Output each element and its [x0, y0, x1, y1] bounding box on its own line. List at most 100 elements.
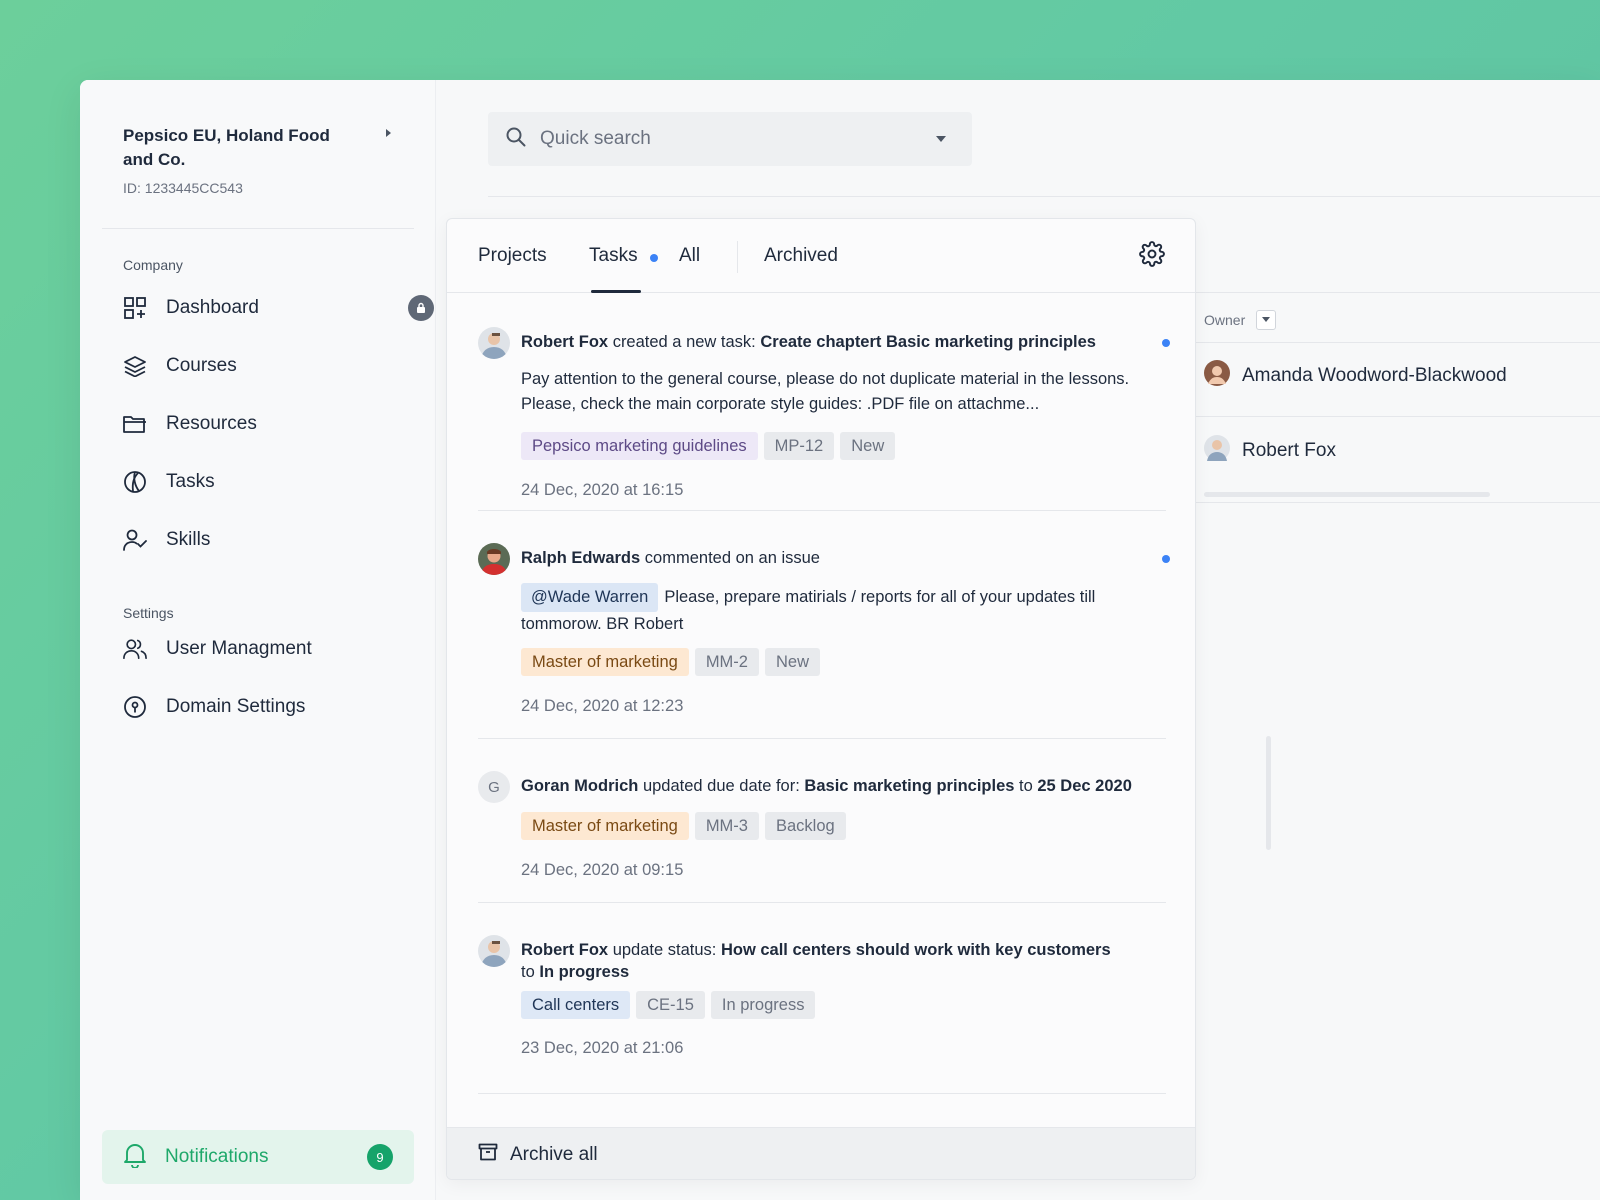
- notification-body: @Wade Warren Please, prepare matirials / …: [521, 583, 1141, 637]
- notification-action: update status:: [612, 941, 717, 959]
- app-window: Pepsico EU, Holand Food and Co. ID: 1233…: [80, 80, 1600, 1200]
- tag-status[interactable]: New: [764, 648, 820, 676]
- tag-list: Pepsico marketing guidelines MP-12 New: [521, 432, 896, 460]
- users-icon: [123, 637, 147, 661]
- notification-item[interactable]: Ralph Edwards commented on an issue @Wad…: [478, 543, 1170, 723]
- tab-all[interactable]: All: [679, 245, 700, 267]
- connector-text: to: [1019, 777, 1033, 795]
- active-tab-indicator: [591, 290, 641, 293]
- notification-item[interactable]: G Goran Modrich updated due date for: Ba…: [478, 771, 1166, 901]
- notification-target: Basic marketing principles: [804, 777, 1015, 795]
- tag-id[interactable]: CE-15: [636, 991, 705, 1019]
- sidebar-item-label: Domain Settings: [166, 696, 306, 717]
- org-info[interactable]: Pepsico EU, Holand Food and Co. ID: 1233…: [123, 124, 353, 196]
- timestamp: 23 Dec, 2020 at 21:06: [521, 1039, 684, 1057]
- owner-name: Robert Fox: [1242, 440, 1336, 461]
- chevron-right-icon[interactable]: [386, 129, 391, 137]
- sidebar-item-label: Resources: [166, 413, 257, 434]
- tab-archived[interactable]: Archived: [764, 245, 838, 267]
- tag-course[interactable]: Pepsico marketing guidelines: [521, 432, 758, 460]
- owner-column-header[interactable]: Owner: [1204, 310, 1277, 330]
- sidebar-item-dashboard[interactable]: Dashboard: [123, 288, 434, 328]
- tag-status[interactable]: In progress: [710, 991, 816, 1019]
- notification-item[interactable]: Robert Fox created a new task: Create ch…: [478, 327, 1170, 507]
- sidebar-item-notifications[interactable]: Notifications 9: [102, 1130, 414, 1184]
- layers-icon: [123, 354, 147, 378]
- divider: [478, 902, 1166, 903]
- table-divider: [1196, 502, 1600, 503]
- tag-list: Master of marketing MM-2 New: [521, 648, 820, 676]
- notification-action: commented on an issue: [644, 549, 820, 567]
- notification-headline: Goran Modrich updated due date for: Basi…: [521, 775, 1161, 797]
- tag-id[interactable]: MM-3: [694, 812, 759, 840]
- timestamp: 24 Dec, 2020 at 09:15: [521, 861, 684, 879]
- folder-icon: [123, 412, 147, 436]
- avatar: [478, 935, 510, 967]
- table-row[interactable]: Robert Fox: [1204, 435, 1336, 467]
- section-label-company: Company: [123, 257, 183, 273]
- table-row[interactable]: Amanda Woodword-Blackwood: [1204, 360, 1507, 392]
- tag-id[interactable]: MM-2: [694, 648, 759, 676]
- sidebar-item-tasks[interactable]: Tasks: [123, 462, 403, 502]
- tag-status[interactable]: New: [840, 432, 896, 460]
- timestamp: 24 Dec, 2020 at 16:15: [521, 481, 684, 499]
- tag-status[interactable]: Backlog: [764, 812, 846, 840]
- owner-header-label: Owner: [1204, 312, 1246, 328]
- notification-item[interactable]: Robert Fox update status: How call cente…: [478, 935, 1166, 1075]
- unread-dot[interactable]: [1162, 339, 1170, 347]
- table-divider: [1196, 342, 1600, 343]
- lock-icon: [408, 295, 434, 321]
- divider: [737, 241, 738, 273]
- gear-icon[interactable]: [1139, 241, 1165, 267]
- chevron-down-icon[interactable]: [1256, 310, 1277, 330]
- avatar: G: [478, 771, 510, 803]
- domain-icon: [123, 695, 147, 719]
- tag-course[interactable]: Call centers: [521, 991, 631, 1019]
- horizontal-scrollbar[interactable]: [1204, 492, 1490, 497]
- tag-list: Call centers CE-15 In progress: [521, 991, 816, 1019]
- tag-list: Master of marketing MM-3 Backlog: [521, 812, 846, 840]
- notification-body: Pay attention to the general course, ple…: [521, 370, 1130, 413]
- notification-count-badge: 9: [367, 1144, 393, 1170]
- notification-headline: Ralph Edwards commented on an issue: [521, 547, 1121, 569]
- divider: [478, 510, 1166, 511]
- archive-all-button[interactable]: Archive all: [447, 1127, 1195, 1179]
- search-input[interactable]: [540, 128, 920, 150]
- notification-target: How call centers should work with key cu…: [720, 941, 1111, 959]
- sidebar-item-label: Notifications: [165, 1146, 269, 1167]
- chevron-down-icon[interactable]: [936, 136, 946, 142]
- sidebar-item-resources[interactable]: Resources: [123, 404, 403, 444]
- tag-course[interactable]: Master of marketing: [521, 812, 689, 840]
- sidebar-item-user-management[interactable]: User Managment: [123, 629, 403, 669]
- dashboard-icon: [123, 296, 147, 320]
- sidebar-item-label: Dashboard: [166, 297, 259, 318]
- panel-tabs: Projects Tasks All Archived: [447, 219, 1195, 293]
- notification-target-value: In progress: [539, 963, 630, 981]
- notification-headline: Robert Fox created a new task: Create ch…: [521, 331, 1121, 353]
- table-divider: [1196, 292, 1600, 293]
- notification-action: created a new task:: [612, 333, 756, 351]
- user-mention[interactable]: @Wade Warren: [521, 583, 659, 612]
- org-id: ID: 1233445CC543: [123, 180, 243, 196]
- notification-target-value: 25 Dec 2020: [1037, 777, 1132, 795]
- notification-action: updated due date for:: [642, 777, 800, 795]
- divider: [102, 228, 414, 229]
- avatar: [1204, 435, 1230, 467]
- sidebar-item-courses[interactable]: Courses: [123, 346, 403, 386]
- actor-name: Ralph Edwards: [521, 549, 641, 567]
- tag-course[interactable]: Master of marketing: [521, 648, 689, 676]
- search-icon: [506, 127, 526, 152]
- tab-tasks[interactable]: Tasks: [589, 245, 638, 267]
- unread-dot[interactable]: [1162, 555, 1170, 563]
- sidebar-item-label: User Managment: [166, 638, 312, 659]
- vertical-scrollbar[interactable]: [1266, 736, 1271, 850]
- search-bar[interactable]: [488, 112, 972, 166]
- sidebar-item-skills[interactable]: Skills: [123, 520, 403, 560]
- section-label-settings: Settings: [123, 605, 174, 621]
- divider: [478, 738, 1166, 739]
- tab-projects[interactable]: Projects: [478, 245, 547, 267]
- user-check-icon: [123, 528, 147, 552]
- sidebar-item-domain-settings[interactable]: Domain Settings: [123, 687, 403, 727]
- tag-id[interactable]: MP-12: [763, 432, 835, 460]
- sidebar-item-label: Tasks: [166, 471, 215, 492]
